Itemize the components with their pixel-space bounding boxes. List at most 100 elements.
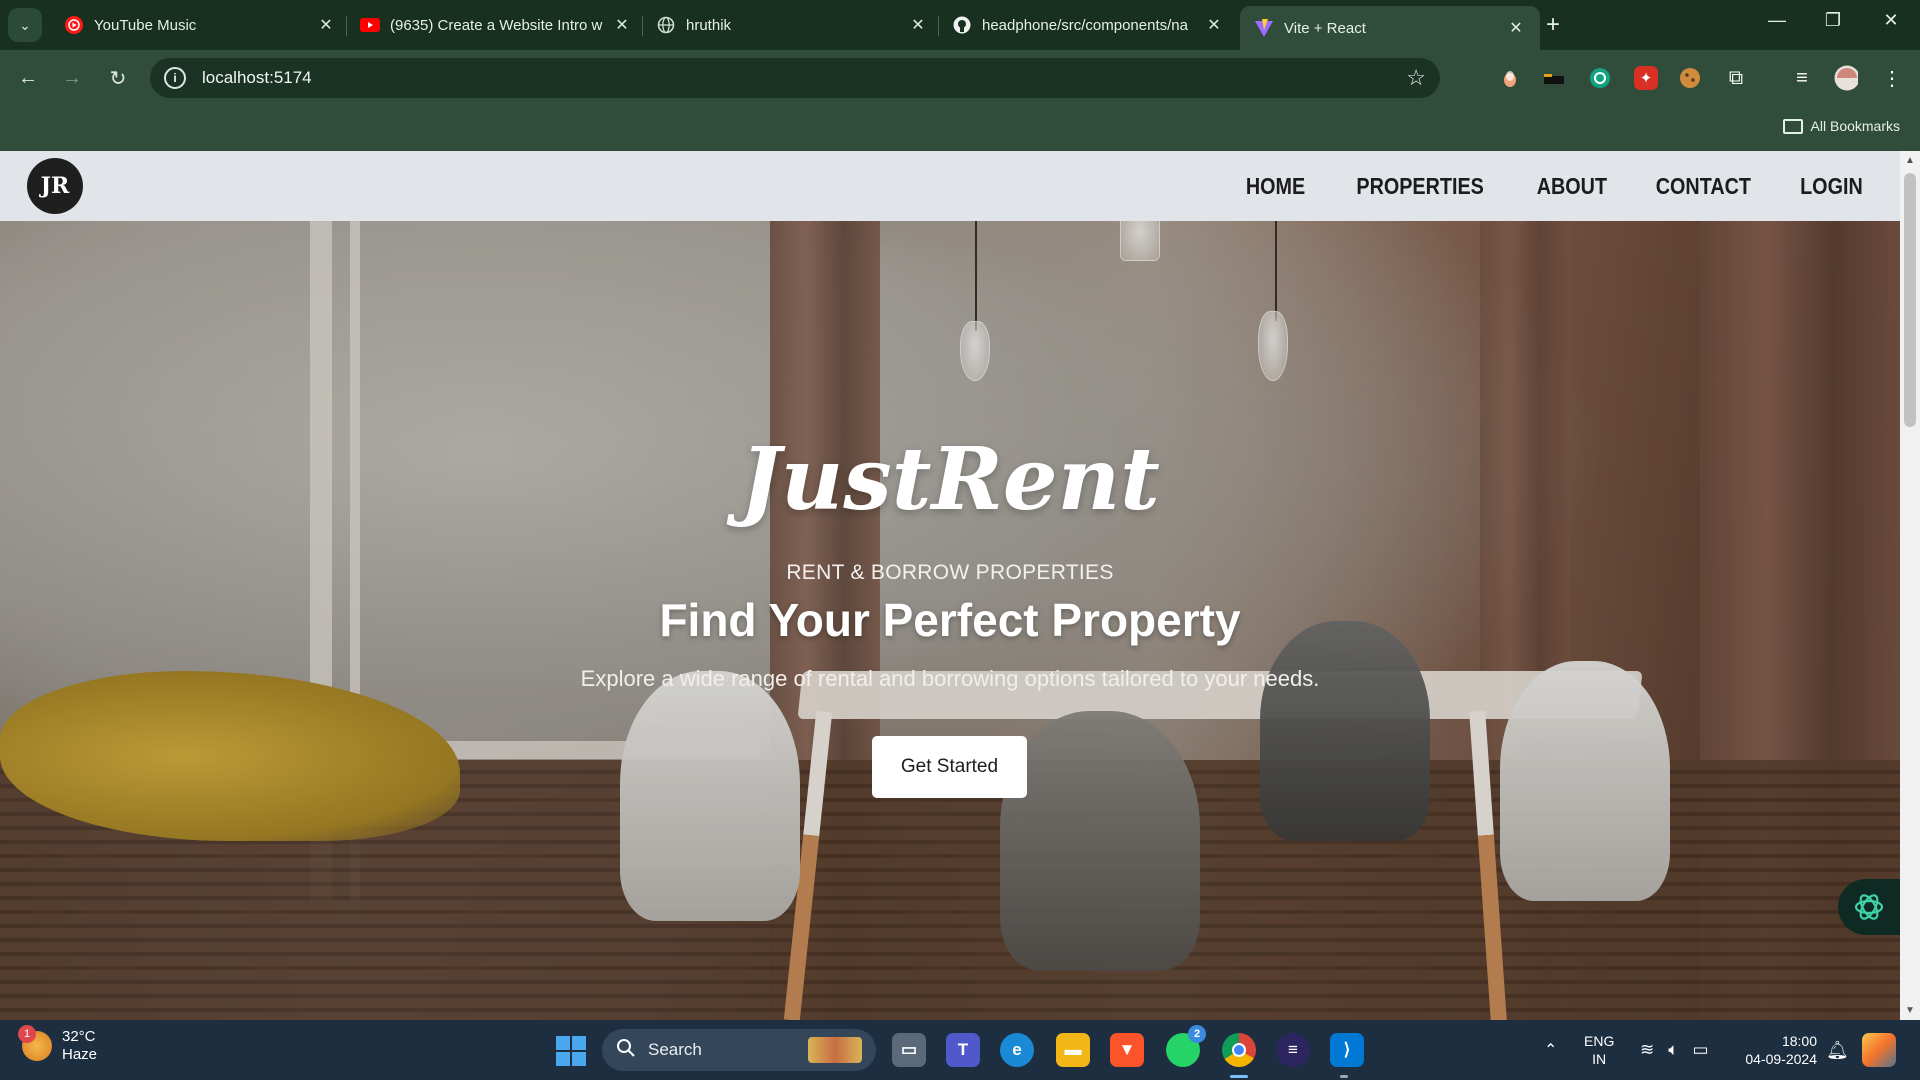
site-info-icon[interactable]: i [164,67,186,89]
ai-assistant-button[interactable] [1838,879,1900,935]
page-scrollbar[interactable]: ▲ ▼ [1900,151,1920,1020]
tab-title: (9635) Create a Website Intro w [390,16,603,34]
scroll-up-icon[interactable]: ▲ [1905,155,1915,166]
extension-icon[interactable] [1542,66,1566,90]
nav-home[interactable]: HOME [1246,173,1305,200]
hero-dim-overlay [0,151,1920,1020]
openai-icon [1854,894,1884,920]
windows-taskbar: 1 32°C Haze Search ▭ T e ▬ ▼ 2 ≡ ⟩ ⌃ ENG… [0,1020,1920,1080]
system-tray[interactable]: ≋ 🔈︎ ▭ [1640,1020,1709,1080]
chrome-center [1232,1043,1246,1057]
back-button[interactable]: ← [14,64,42,92]
scroll-thumb[interactable] [1904,173,1916,427]
cookie-extension-icon[interactable] [1678,66,1702,90]
reload-button[interactable]: ↻ [104,64,132,92]
scroll-down-icon[interactable]: ▼ [1905,1005,1915,1016]
chrome-icon[interactable] [1222,1033,1256,1067]
site-logo[interactable]: JR [27,158,83,214]
tab-title: hruthik [686,16,732,34]
copilot-icon[interactable] [1862,1033,1896,1067]
edge-icon[interactable]: e [1000,1033,1034,1067]
globe-icon [656,15,676,35]
vite-icon [1254,18,1274,38]
folder-icon [1782,118,1803,134]
arrow-left-icon: ← [18,66,38,89]
address-bar[interactable]: i localhost:5174 ☆ [150,58,1440,98]
tab-vite-react[interactable]: Vite + React ✕ [1240,6,1540,50]
chevron-down-icon: ⌄ [19,16,31,33]
bookmarks-bar: All Bookmarks [0,106,1920,151]
file-explorer-icon[interactable]: ▬ [1056,1033,1090,1067]
forward-button[interactable]: → [58,64,86,92]
restore-button[interactable]: ❐ [1810,10,1856,31]
tab-youtube-video[interactable]: (9635) Create a Website Intro w ✕ [346,7,646,43]
extension-icon[interactable] [1498,66,1522,90]
media-control-icon[interactable]: ≡ [1790,66,1814,90]
browser-toolbar: ← → ↻ i localhost:5174 ☆ ✦ ⧉ ≡ ⋮ [0,50,1920,106]
minimize-button[interactable]: — [1754,10,1800,31]
github-icon [952,15,972,35]
language-code: ENG [1584,1033,1615,1049]
task-view-icon[interactable]: ▭ [892,1033,926,1067]
tab-title: YouTube Music [94,16,197,34]
weather-icon: 1 [18,1025,52,1061]
search-label: Search [648,1040,702,1059]
all-bookmarks-button[interactable]: All Bookmarks [1782,118,1900,134]
bookmark-star-icon[interactable]: ☆ [1406,65,1426,91]
temperature: 32°C [62,1028,96,1045]
notification-bell-icon[interactable]: 🔔︎ [1826,1020,1849,1080]
browser-tab-strip: ⌄ YouTube Music ✕ (9635) Create a Websit… [0,0,1920,50]
close-icon[interactable]: ✕ [1204,15,1224,35]
hero-tagline: RENT & BORROW PROPERTIES [786,561,1114,584]
search-icon [616,1038,636,1063]
all-bookmarks-label: All Bookmarks [1810,118,1900,134]
tab-hruthik[interactable]: hruthik ✕ [642,7,942,43]
brave-icon[interactable]: ▼ [1110,1033,1144,1067]
get-started-button[interactable]: Get Started [872,736,1027,798]
tab-search-button[interactable]: ⌄ [8,8,42,42]
close-icon[interactable]: ✕ [316,15,336,35]
hero-description: Explore a wide range of rental and borro… [580,666,1320,691]
profile-avatar[interactable] [1834,65,1858,91]
start-button[interactable] [556,1036,586,1066]
nav-about[interactable]: ABOUT [1536,173,1606,200]
clock[interactable]: 18:00 04-09-2024 [1735,1032,1817,1068]
tab-github[interactable]: headphone/src/components/na ✕ [938,7,1238,43]
close-icon[interactable]: ✕ [908,15,928,35]
youtube-icon [360,15,380,35]
youtube-music-icon [64,15,84,35]
time: 18:00 [1781,1033,1817,1049]
page-viewport: JR HOME PROPERTIES ABOUT CONTACT LOGIN J… [0,151,1920,1020]
nav-contact[interactable]: CONTACT [1656,173,1751,200]
weather-widget[interactable]: 1 32°C Haze [18,1025,98,1064]
close-window-button[interactable]: ✕ [1868,10,1914,31]
url-text: localhost:5174 [202,68,312,87]
tray-overflow-icon[interactable]: ⌃ [1544,1020,1557,1080]
tab-youtube-music[interactable]: YouTube Music ✕ [50,7,350,43]
windows-logo-icon [556,1036,570,1050]
brand-title: JustRent [740,429,1160,530]
extension-icon[interactable]: ✦ [1634,66,1658,90]
nav-login[interactable]: LOGIN [1800,173,1863,200]
chatgpt-extension-icon[interactable] [1588,66,1612,90]
tab-title: headphone/src/components/na [982,16,1188,34]
notification-badge: 1 [18,1025,36,1043]
kebab-menu-icon[interactable]: ⋮ [1880,66,1904,90]
new-tab-button[interactable]: + [1546,12,1560,38]
puzzle-icon[interactable]: ⧉ [1724,66,1748,90]
nav-properties[interactable]: PROPERTIES [1357,173,1485,200]
weather-condition: Haze [62,1046,98,1063]
teams-icon[interactable]: T [946,1033,980,1067]
windows-logo-icon [556,1052,570,1066]
close-icon[interactable]: ✕ [1506,18,1526,38]
vscode-icon[interactable]: ⟩ [1330,1033,1364,1067]
eclipse-icon[interactable]: ≡ [1276,1033,1310,1067]
running-app-indicator [1340,1075,1348,1078]
close-icon[interactable]: ✕ [612,15,632,35]
taskbar-search[interactable]: Search [602,1029,876,1071]
reload-icon: ↻ [109,67,127,90]
site-navbar: JR HOME PROPERTIES ABOUT CONTACT LOGIN [0,151,1900,221]
whatsapp-icon[interactable]: 2 [1166,1025,1206,1067]
windows-logo-icon [572,1036,586,1050]
language-indicator[interactable]: ENG IN [1584,1032,1614,1068]
